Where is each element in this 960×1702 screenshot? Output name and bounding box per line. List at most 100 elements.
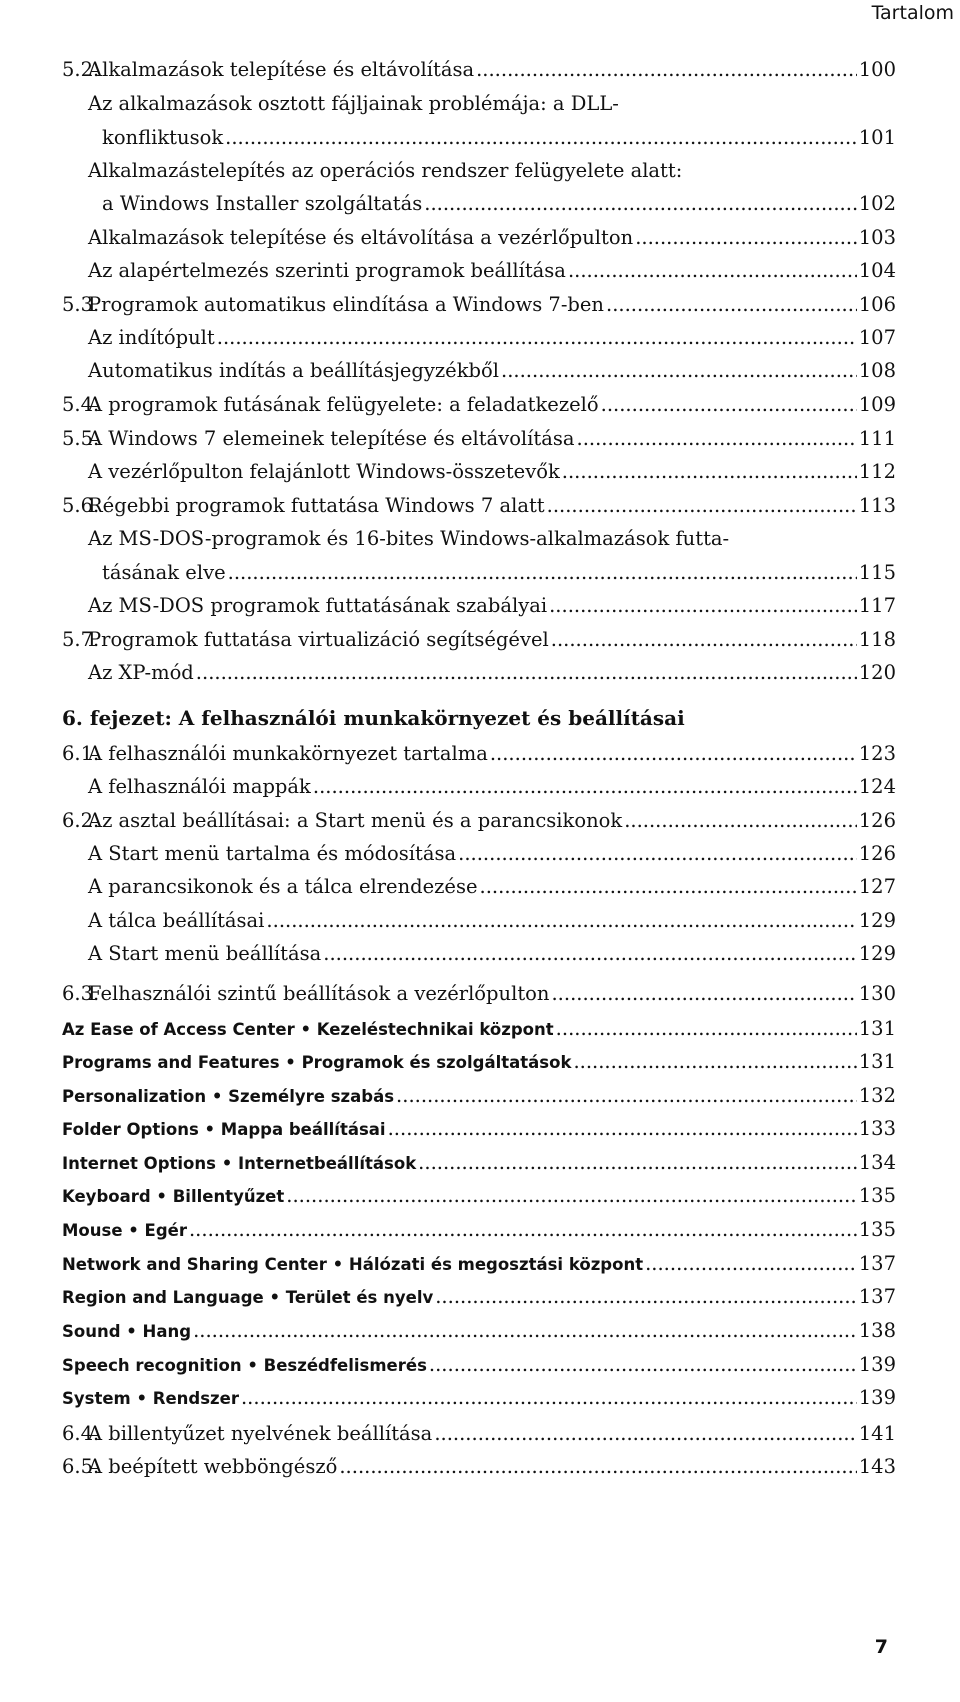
entry-title: A parancsikonok és a tálca elrendezése [88, 875, 478, 898]
entry-title: konfliktusok [102, 126, 224, 149]
dot-leader [424, 189, 857, 219]
entry-title: Automatikus indítás a beállításjegyzékbő… [88, 359, 499, 382]
entry-title: Felhasználói szintű beállítások a vezérl… [88, 982, 550, 1005]
entry-title: Programok automatikus elindítása a Windo… [88, 293, 604, 316]
toc-entry[interactable]: A felhasználói mappák 124 [62, 772, 896, 802]
toc-entry[interactable]: 6.2. Az asztal beállításai: a Start menü … [62, 806, 896, 836]
dot-leader [228, 558, 857, 588]
dot-leader [418, 1148, 857, 1178]
dot-leader [501, 356, 857, 386]
dot-leader [189, 1215, 857, 1245]
toc-entry[interactable]: Az XP-mód 120 [62, 658, 896, 688]
toc-entry[interactable]: Alkalmazások telepítése és eltávolítása … [62, 223, 896, 253]
page-ref: 133 [858, 1117, 896, 1140]
entry-title: Az indítópult [88, 326, 215, 349]
dot-leader [624, 806, 857, 836]
page-ref: 137 [858, 1252, 896, 1275]
chapter-heading[interactable]: 6. fejezet: A felhasználói munkakörnyeze… [62, 703, 896, 733]
toc-entry[interactable]: Keyboard • Billentyűzet 135 [62, 1181, 896, 1211]
toc-entry[interactable]: 6.3. Felhasználói szintű beállítások a ve… [62, 979, 896, 1009]
section-number: 6.5. [62, 1455, 100, 1478]
toc-entry[interactable]: Internet Options • Internetbeállítások 13… [62, 1148, 896, 1178]
toc-entry[interactable]: a Windows Installer szolgáltatás 102 [62, 189, 896, 219]
page-ref: 130 [858, 982, 896, 1005]
toc-entry[interactable]: 6.5.A beépített webböngésző 143 [62, 1452, 896, 1482]
toc-entry[interactable]: Mouse • Egér 135 [62, 1215, 896, 1245]
entry-title: Network and Sharing Center • Hálózati és… [62, 1255, 644, 1274]
toc-entry[interactable]: 5.6. Régebbi programok futtatása Windows … [62, 491, 896, 521]
toc-entry[interactable]: Az indítópult 107 [62, 323, 896, 353]
page-ref: 108 [858, 359, 896, 382]
toc-entry[interactable]: 6.4.A billentyűzet nyelvének beállítása 1… [62, 1419, 896, 1449]
dot-leader [286, 1181, 857, 1211]
dot-leader [435, 1282, 857, 1312]
dot-leader [551, 979, 856, 1009]
toc-entry[interactable]: Alkalmazástelepítés az operációs rendsze… [62, 156, 896, 186]
entry-title: Régebbi programok futtatása Windows 7 al… [88, 494, 545, 517]
toc-entry[interactable]: A Start menü beállítása 129 [62, 939, 896, 969]
toc-entry[interactable]: Automatikus indítás a beállításjegyzékbő… [62, 356, 896, 386]
toc-entry[interactable]: A tálca beállításai 129 [62, 906, 896, 936]
page-ref: 109 [858, 393, 896, 416]
entry-title: Az XP-mód [88, 661, 194, 684]
section-number: 6.4. [62, 1422, 100, 1445]
toc-entry[interactable]: Az alkalmazások osztott fájljainak probl… [62, 89, 896, 119]
dot-leader [388, 1114, 857, 1144]
toc-entry[interactable]: Az alapértelmezés szerinti programok beá… [62, 256, 896, 286]
dot-leader [490, 739, 857, 769]
page-ref: 143 [858, 1455, 896, 1478]
section-number: 5.6. [62, 494, 100, 517]
entry-title: Az MS-DOS programok futtatásának szabály… [88, 594, 548, 617]
dot-leader [196, 658, 857, 688]
page-number: 7 [874, 1636, 888, 1658]
dot-leader [547, 491, 857, 521]
entry-title: A Start menü tartalma és módosítása [88, 842, 457, 865]
toc-entry[interactable]: Programs and Features • Programok és szo… [62, 1047, 896, 1077]
dot-leader [635, 223, 857, 253]
page-ref: 131 [858, 1017, 896, 1040]
page-ref: 118 [858, 628, 896, 651]
dot-leader [396, 1081, 857, 1111]
dot-leader [606, 290, 857, 320]
toc-entry[interactable]: konfliktusok 101 [62, 123, 896, 153]
page-ref: 139 [858, 1353, 896, 1376]
toc-entry[interactable]: A vezérlőpulton felajánlott Windows-össz… [62, 457, 896, 487]
toc-entry[interactable]: 5.5. A Windows 7 elemeinek telepítése és … [62, 424, 896, 454]
toc-entry[interactable]: 5.4. A programok futásának felügyelete: a… [62, 390, 896, 420]
entry-title: Folder Options • Mappa beállításai [62, 1120, 386, 1139]
toc-entry[interactable]: 5.2. Alkalmazások telepítése és eltávolít… [62, 55, 896, 85]
dot-leader [434, 1419, 856, 1449]
dot-leader [217, 323, 857, 353]
entry-title: Personalization • Személyre szabás [62, 1087, 395, 1106]
toc-entry[interactable]: A Start menü tartalma és módosítása 126 [62, 839, 896, 869]
page-ref: 100 [858, 58, 896, 81]
toc-entry[interactable]: Personalization • Személyre szabás 132 [62, 1081, 896, 1111]
dot-leader [339, 1452, 856, 1482]
entry-title: Az asztal beállításai: a Start menü és a… [88, 809, 623, 832]
dot-leader [313, 772, 857, 802]
dot-leader [556, 1014, 857, 1044]
section-number: 5.3. [62, 293, 100, 316]
toc-entry[interactable]: Region and Language • Terület és nyelv 13… [62, 1282, 896, 1312]
toc-entry[interactable]: A parancsikonok és a tálca elrendezése 12… [62, 872, 896, 902]
toc-entry[interactable]: System • Rendszer 139 [62, 1383, 896, 1413]
toc-entry[interactable]: Folder Options • Mappa beállításai 133 [62, 1114, 896, 1144]
entry-title: Programok futtatása virtualizáció segíts… [88, 628, 549, 651]
toc-entry[interactable]: 5.3. Programok automatikus elindítása a W… [62, 290, 896, 320]
toc-entry[interactable]: 6.1. A felhasználói munkakörnyezet tartal… [62, 739, 896, 769]
section-number: 6.1. [62, 742, 100, 765]
page-ref: 120 [858, 661, 896, 684]
toc-entry[interactable]: 5.7. Programok futtatása virtualizáció se… [62, 625, 896, 655]
page-ref: 124 [858, 775, 896, 798]
toc-entry[interactable]: Az Ease of Access Center • Kezeléstechni… [62, 1014, 896, 1044]
page-ref: 112 [858, 460, 896, 483]
section-number: 5.4. [62, 393, 100, 416]
page-ref: 106 [858, 293, 896, 316]
section-number: 6.3. [62, 982, 100, 1005]
toc-entry[interactable]: Speech recognition • Beszédfelismerés 139 [62, 1350, 896, 1380]
toc-entry[interactable]: Sound • Hang 138 [62, 1316, 896, 1346]
toc-entry[interactable]: Network and Sharing Center • Hálózati és… [62, 1249, 896, 1279]
toc-entry[interactable]: tásának elve 115 [62, 558, 896, 588]
toc-entry[interactable]: Az MS-DOS-programok és 16-bites Windows-… [62, 524, 896, 554]
toc-entry[interactable]: Az MS-DOS programok futtatásának szabály… [62, 591, 896, 621]
